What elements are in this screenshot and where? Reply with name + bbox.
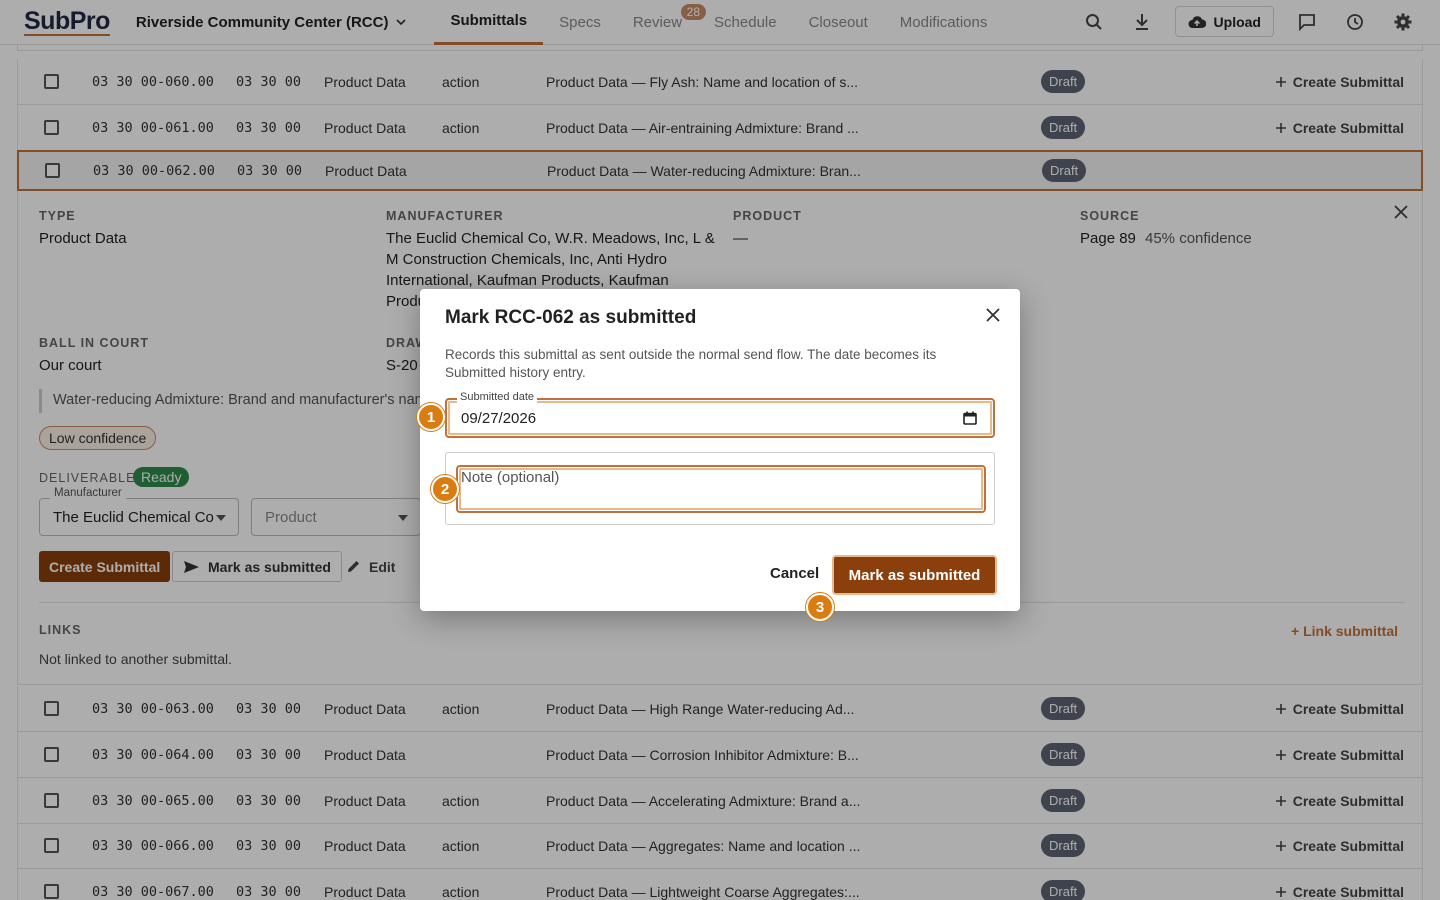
confirm-label: Mark as submitted	[848, 566, 981, 584]
step-marker-3: 3	[806, 593, 834, 621]
note-container: Note (optional)	[445, 452, 995, 525]
dialog-title: Mark RCC-062 as submitted	[445, 307, 697, 328]
close-icon[interactable]	[986, 308, 1000, 325]
mark-as-submitted-confirm-button[interactable]: Mark as submitted	[832, 555, 997, 595]
note-textarea[interactable]: Note (optional)	[456, 465, 986, 513]
dialog-description: Records this submittal as sent outside t…	[445, 347, 937, 380]
note-placeholder: Note (optional)	[461, 469, 560, 486]
step-marker-1: 1	[417, 403, 445, 431]
step-marker-2: 2	[431, 475, 459, 503]
cancel-button[interactable]: Cancel	[770, 565, 819, 582]
submitted-date-input[interactable]: Submitted date 09/27/2026	[445, 391, 995, 438]
submitted-date-value: 09/27/2026	[461, 409, 537, 427]
calendar-icon[interactable]	[963, 411, 977, 425]
mark-submitted-dialog: Mark RCC-062 as submitted Records this s…	[420, 289, 1020, 611]
submitted-date-label: Submitted date	[457, 391, 537, 403]
